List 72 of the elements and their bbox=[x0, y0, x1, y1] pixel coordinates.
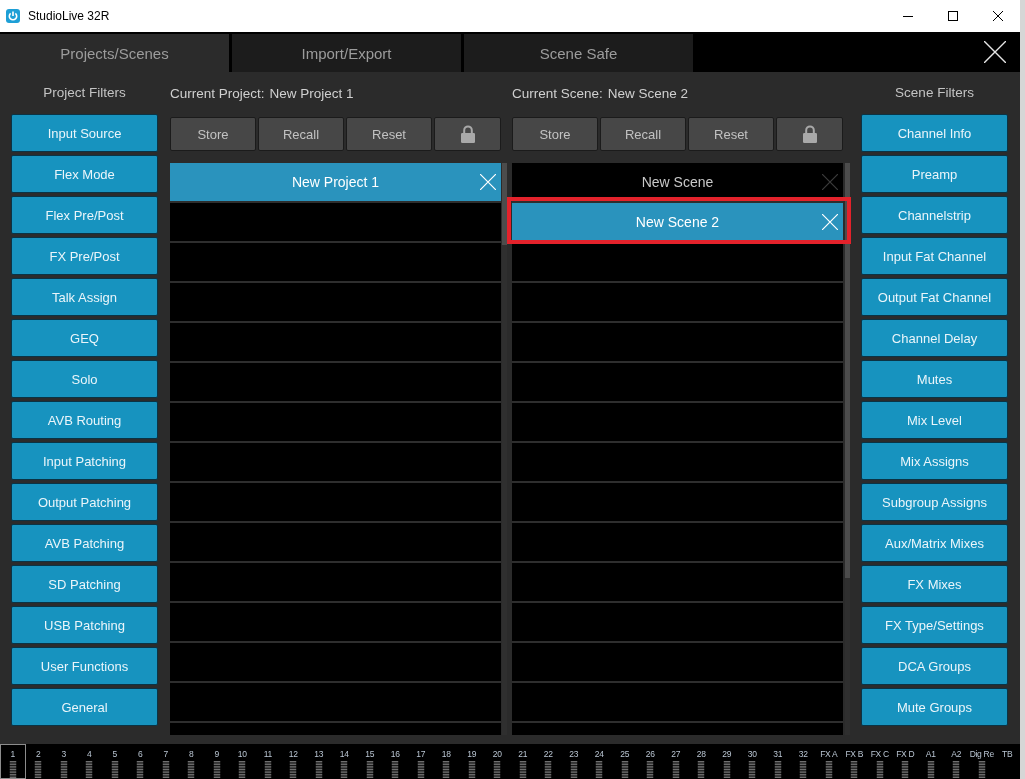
channel-button[interactable]: 16 bbox=[382, 744, 408, 779]
channel-button[interactable]: 20 bbox=[484, 744, 510, 779]
channel-button[interactable]: 28 bbox=[688, 744, 714, 779]
maximize-icon bbox=[947, 11, 958, 21]
channel-button[interactable]: 29 bbox=[714, 744, 740, 779]
current-scene-label: Current Scene: bbox=[512, 85, 603, 103]
padlock-icon bbox=[460, 125, 475, 143]
channel-button[interactable]: 8 bbox=[178, 744, 204, 779]
action-button[interactable]: Reset bbox=[346, 117, 432, 151]
channel-button[interactable]: 7 bbox=[153, 744, 179, 779]
lock-button[interactable] bbox=[434, 117, 501, 151]
channel-button[interactable]: 17 bbox=[408, 744, 434, 779]
channel-button[interactable]: 13 bbox=[306, 744, 332, 779]
channel-button[interactable]: FX D bbox=[892, 744, 918, 779]
project-row[interactable]: New Project 1 bbox=[170, 163, 501, 201]
channel-button[interactable]: A1 bbox=[918, 744, 944, 779]
channel-button[interactable]: A2 bbox=[943, 744, 969, 779]
scrollbar-thumb[interactable] bbox=[845, 163, 850, 578]
scrollbar-thumb[interactable] bbox=[502, 163, 507, 245]
minimize-icon bbox=[902, 15, 913, 17]
channel-button[interactable]: 27 bbox=[663, 744, 689, 779]
channel-button[interactable]: 26 bbox=[637, 744, 663, 779]
lock-button[interactable] bbox=[776, 117, 843, 151]
channel-button[interactable]: 25 bbox=[612, 744, 638, 779]
close-icon bbox=[984, 41, 1006, 63]
channel-button[interactable]: 4 bbox=[76, 744, 102, 779]
channel-button[interactable]: Dig Re bbox=[969, 744, 995, 779]
channel-button[interactable]: TB bbox=[994, 744, 1020, 779]
channel-button[interactable]: 14 bbox=[331, 744, 357, 779]
action-button[interactable]: Store bbox=[512, 117, 598, 151]
current-scene-name: New Scene 2 bbox=[607, 85, 689, 103]
column-heading: Scene Filters bbox=[895, 84, 974, 102]
channel-button[interactable]: 30 bbox=[739, 744, 765, 779]
app-icon bbox=[6, 9, 20, 23]
channel-button[interactable]: 23 bbox=[561, 744, 587, 779]
channel-button[interactable]: 12 bbox=[280, 744, 306, 779]
column-heading: Project Filters bbox=[43, 84, 126, 102]
current-project-name: New Project 1 bbox=[269, 85, 354, 103]
channel-button[interactable]: 10 bbox=[229, 744, 255, 779]
scrollbar[interactable] bbox=[502, 163, 507, 735]
action-button[interactable]: Recall bbox=[258, 117, 344, 151]
channel-button[interactable]: FX C bbox=[867, 744, 893, 779]
current-project-label: Current Project: bbox=[170, 85, 265, 103]
channel-button[interactable]: 9 bbox=[204, 744, 230, 779]
window-title: StudioLive 32R bbox=[28, 9, 110, 23]
channel-button[interactable]: 1 bbox=[0, 744, 26, 779]
tab[interactable]: Scene Safe bbox=[464, 34, 693, 72]
channel-button[interactable]: FX A bbox=[816, 744, 842, 779]
channel-button[interactable]: 21 bbox=[510, 744, 536, 779]
channel-button[interactable]: 31 bbox=[765, 744, 791, 779]
channel-button[interactable]: FX B bbox=[841, 744, 867, 779]
padlock-icon bbox=[802, 125, 817, 143]
action-button[interactable]: Recall bbox=[600, 117, 686, 151]
channel-button[interactable]: 2 bbox=[25, 744, 51, 779]
action-button[interactable]: Reset bbox=[688, 117, 774, 151]
close-icon[interactable] bbox=[822, 174, 838, 190]
tab[interactable]: Import/Export bbox=[232, 34, 461, 72]
channel-button[interactable]: 32 bbox=[790, 744, 816, 779]
channel-button[interactable]: 15 bbox=[357, 744, 383, 779]
channel-button[interactable]: 24 bbox=[586, 744, 612, 779]
channel-button[interactable]: 6 bbox=[127, 744, 153, 779]
action-button[interactable]: Store bbox=[170, 117, 256, 151]
channel-button[interactable]: 11 bbox=[255, 744, 281, 779]
scrollbar[interactable] bbox=[845, 163, 850, 735]
channel-button[interactable]: 22 bbox=[535, 744, 561, 779]
channel-button[interactable]: 18 bbox=[433, 744, 459, 779]
channel-button[interactable]: 5 bbox=[102, 744, 128, 779]
tab[interactable]: Projects/Scenes bbox=[0, 34, 229, 72]
channel-button[interactable]: 19 bbox=[459, 744, 485, 779]
close-button[interactable] bbox=[984, 41, 1006, 63]
channel-button[interactable]: 3 bbox=[51, 744, 77, 779]
close-icon bbox=[992, 11, 1003, 21]
